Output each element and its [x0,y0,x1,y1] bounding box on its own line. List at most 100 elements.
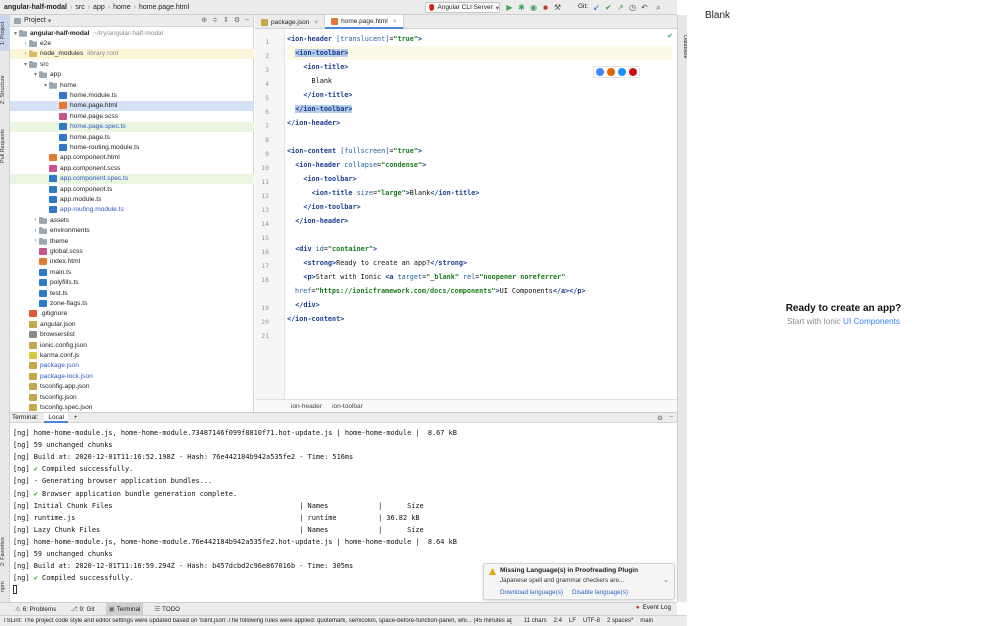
collapse-icon[interactable]: ≑ [212,16,218,24]
code-line[interactable]: <ion-toolbar> [287,46,672,60]
code-line[interactable]: <strong> Ready to create an app? </strong> [287,256,467,270]
firefox-icon[interactable] [607,68,615,76]
code-line[interactable]: </ion-title> [287,88,352,102]
code-line[interactable]: </ion-content> [287,312,344,326]
safari-icon[interactable] [618,68,626,76]
breadcrumb-item[interactable]: home.page.html [139,4,189,11]
tree-item[interactable]: › theme [10,236,254,246]
chevron-down-icon[interactable]: ▾ [22,61,29,68]
tree-item[interactable]: package.json [10,361,254,371]
tree-item[interactable]: › assets [10,215,254,225]
disable-language-link[interactable]: Disable language(s) [572,589,628,596]
editor-tab[interactable]: home.page.html × [325,15,404,29]
stop-icon[interactable]: ■ [541,3,550,12]
code-area[interactable]: <ion-header [translucent] = "true" > <ion-t… [287,29,672,399]
chevron-down-icon[interactable]: ▾ [42,82,49,89]
tool-tab-favorites[interactable]: 2: Favorites [0,530,10,574]
ui-components-link[interactable]: UI Components [843,317,900,326]
tool-window-9-git[interactable]: ⎇ 9: Git [67,603,97,615]
tree-item[interactable]: app-routing.module.ts [10,205,254,215]
tree-item[interactable]: ▾ angular-half-modal ~/try/angular-half-mo… [10,28,254,38]
tool-tab-project[interactable]: 1: Project [0,15,10,51]
editor-tab[interactable]: package.json × [255,15,326,29]
breadcrumb-item[interactable]: home [113,4,131,11]
gear-icon[interactable]: ⚙ [657,414,663,422]
tool-window-6-problems[interactable]: ⚠ 6: Problems [12,603,59,615]
breadcrumb-item[interactable]: app [93,4,105,11]
tree-item[interactable]: zone-flags.ts [10,298,254,308]
status-message[interactable]: TSLint: The project code style and edito… [0,618,512,624]
close-icon[interactable]: × [314,19,318,26]
tree-item[interactable]: app.module.ts [10,194,254,204]
rollback-icon[interactable]: ↶ [640,3,649,12]
tree-item[interactable]: browserslist [10,330,254,340]
code-line[interactable]: href = "https://ionicframework.com/docs/co… [295,284,586,298]
tree-item[interactable]: › e2e [10,38,254,48]
tool-window-todo[interactable]: ☰ TODO [151,603,183,615]
opera-icon[interactable] [629,68,637,76]
tool-window-terminal[interactable]: ▣ Terminal [105,603,144,615]
chevron-down-icon[interactable]: ▾ [48,17,52,25]
chevron-right-icon[interactable]: › [32,228,39,234]
gear-icon[interactable]: ⚙ [234,16,240,24]
tree-item[interactable]: home.page.html [10,100,254,112]
expand-icon[interactable]: ⇕ [223,16,229,24]
tree-item[interactable]: global.scss [10,246,254,256]
chevron-right-icon[interactable]: › [32,217,39,223]
tree-item[interactable]: tsconfig.json [10,392,254,402]
project-panel-title[interactable]: Project [24,17,46,24]
status-position[interactable]: 2:4 [554,618,562,624]
tree-item[interactable]: app.component.html [10,153,254,163]
git-push-icon[interactable]: ↗ [616,3,625,12]
code-line[interactable]: <ion-title size = "large" > Blank </ion-title… [287,186,480,200]
tree-item[interactable]: app.component.ts [10,184,254,194]
tree-item[interactable]: ▾ home [10,80,254,90]
code-line[interactable]: <ion-header [translucent] = "true" > [287,32,422,46]
tree-item[interactable]: app.component.scss [10,163,254,173]
code-line[interactable]: <div id = "container" > [287,242,377,256]
tree-item[interactable]: home-routing.module.ts [10,142,254,152]
code-line[interactable]: <p> Start with Ionic <a target = "_blank" r… [287,270,565,284]
code-line[interactable]: <ion-title> [287,60,348,74]
chevron-down-icon[interactable]: ⌄ [663,576,669,584]
editor-breadcrumb-item[interactable]: ion-toolbar [332,403,363,410]
status-indent[interactable]: 2 spaces* [607,618,633,624]
locate-icon[interactable]: ⊕ [201,16,207,24]
tree-item[interactable]: index.html [10,257,254,267]
build-icon[interactable]: ⚒ [553,3,562,12]
code-line[interactable]: Blank [287,74,332,88]
code-line[interactable]: </div> [287,298,320,312]
event-log-button[interactable]: ● Event Log [636,604,671,611]
close-icon[interactable]: × [393,18,397,25]
tool-tab-structure[interactable]: Z: Structure [0,65,10,115]
chevron-down-icon[interactable]: ▾ [32,71,39,78]
chevron-down-icon[interactable]: ▾ [12,30,19,37]
editor-breadcrumb-item[interactable]: ion-header [291,403,322,410]
tree-item[interactable]: ionic.config.json [10,340,254,350]
chevron-right-icon[interactable]: › [32,238,39,244]
code-line[interactable]: </ion-header> [287,214,348,228]
tree-item[interactable]: package-lock.json [10,371,254,381]
breadcrumb-item[interactable]: angular-half-modal [4,4,67,11]
coverage-icon[interactable]: ◉ [529,3,538,12]
tree-item[interactable]: .gitignore [10,309,254,319]
search-icon[interactable]: ⌕ [654,3,663,12]
code-line[interactable]: <ion-toolbar> [287,172,356,186]
code-line[interactable]: </ion-toolbar> [287,200,360,214]
history-icon[interactable]: ◷ [628,3,637,12]
code-line[interactable]: </ion-header> [287,116,340,130]
tree-item[interactable]: ▾ src [10,59,254,69]
tree-item[interactable]: tsconfig.app.json [10,382,254,392]
terminal-tab-local[interactable]: Local [44,412,68,423]
run-config-select[interactable]: Angular CLI Server ▾ [425,2,500,13]
chevron-right-icon[interactable]: › [22,51,29,57]
tree-item[interactable]: polyfills.ts [10,278,254,288]
tree-item[interactable]: › node_modules library root [10,48,254,60]
git-commit-icon[interactable]: ✔ [604,3,613,12]
git-update-icon[interactable]: ↙ [592,3,601,12]
breadcrumb-item[interactable]: src [75,4,84,11]
code-line[interactable]: <ion-content [fullscreen] = "true" > [287,144,422,158]
tree-item[interactable]: home.page.ts [10,132,254,142]
tree-item[interactable]: home.module.ts [10,90,254,100]
run-icon[interactable]: ▶ [505,3,514,12]
